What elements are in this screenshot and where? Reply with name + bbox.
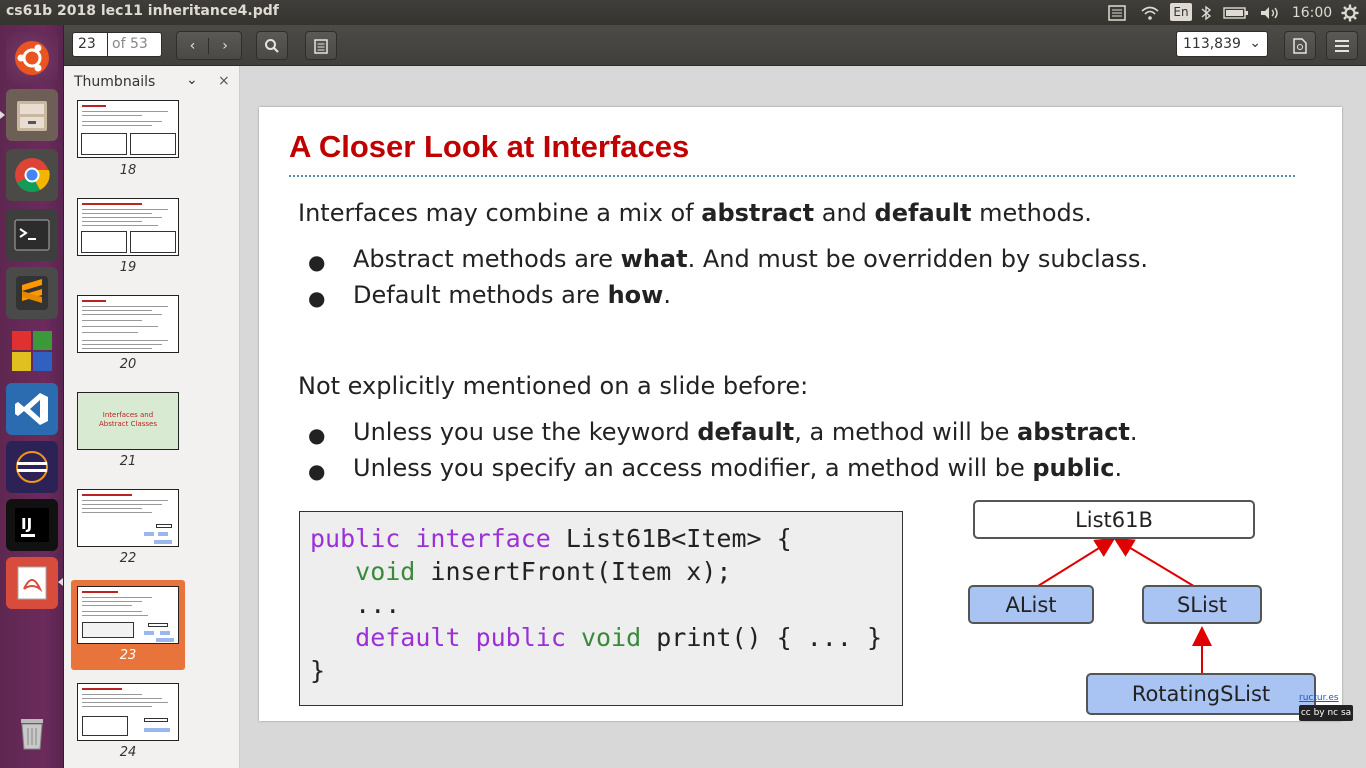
clock[interactable]: 16:00 bbox=[1290, 3, 1334, 22]
svg-text:IJ: IJ bbox=[21, 515, 32, 533]
sublime-text-icon[interactable] bbox=[6, 267, 58, 319]
thumbnail-label-22: 22 bbox=[119, 551, 137, 566]
sidebar-header: Thumbnails ⌄ × bbox=[64, 66, 239, 100]
software-center-icon[interactable] bbox=[6, 325, 58, 377]
thumbnail-label-19: 19 bbox=[119, 260, 137, 275]
close-sidebar-icon[interactable]: × bbox=[218, 73, 230, 89]
battery-icon[interactable] bbox=[1222, 3, 1250, 22]
thumbnail-21-title-line1: Interfaces and bbox=[102, 411, 154, 419]
thumbnail-page-23[interactable] bbox=[77, 586, 179, 644]
vscode-icon[interactable] bbox=[6, 383, 58, 435]
running-indicator bbox=[0, 111, 5, 119]
thumbnails-sidebar: Thumbnails ⌄ × 18 19 20 Interfaces and A… bbox=[64, 66, 240, 768]
annotation-icon bbox=[314, 38, 328, 54]
diagram-node-rotatingslist: RotatingSList bbox=[1086, 673, 1316, 715]
thumbnail-label-23: 23 bbox=[119, 648, 137, 663]
menu-list-icon[interactable] bbox=[1106, 3, 1128, 22]
document-view[interactable]: A Closer Look at Interfaces Interfaces m… bbox=[240, 66, 1366, 768]
intro-paragraph-2: Not explicitly mentioned on a slide befo… bbox=[298, 372, 809, 400]
bluetooth-icon[interactable] bbox=[1198, 3, 1214, 22]
trash-icon[interactable] bbox=[6, 707, 58, 759]
bullet-default-methods: Default methods are how. bbox=[353, 281, 671, 309]
bullet-abstract-methods: Abstract methods are what. And must be o… bbox=[353, 245, 1149, 273]
wifi-icon[interactable] bbox=[1138, 3, 1162, 22]
document-viewer-icon[interactable] bbox=[6, 557, 58, 609]
thumbnail-label-20: 20 bbox=[119, 357, 137, 372]
volume-icon[interactable] bbox=[1258, 3, 1282, 22]
terminal-icon[interactable] bbox=[6, 209, 58, 261]
document-icon bbox=[1293, 37, 1307, 54]
settings-gear-icon[interactable] bbox=[1338, 3, 1362, 22]
search-icon bbox=[265, 38, 279, 53]
creative-commons-badge: cc by nc sa bbox=[1299, 705, 1353, 721]
bullet-default-keyword: Unless you use the keyword default, a me… bbox=[353, 418, 1138, 446]
ubuntu-dash-icon[interactable] bbox=[6, 32, 58, 84]
bullet-access-modifier: Unless you specify an access modifier, a… bbox=[353, 454, 1123, 482]
thumbnail-page-20[interactable] bbox=[77, 295, 179, 353]
slide-title: A Closer Look at Interfaces bbox=[289, 129, 690, 164]
intro-paragraph: Interfaces may combine a mix of abstract… bbox=[298, 199, 1092, 227]
code-block: public interface List61B<Item> { void in… bbox=[299, 511, 903, 706]
hamburger-icon bbox=[1335, 39, 1349, 52]
sidebar-mode-dropdown-icon[interactable]: ⌄ bbox=[186, 72, 198, 88]
thumbnail-label-24: 24 bbox=[119, 745, 137, 760]
footer-link[interactable]: ructur.es bbox=[1299, 693, 1339, 703]
bullet-dot: ● bbox=[308, 459, 326, 483]
search-button[interactable] bbox=[256, 31, 288, 60]
diagram-node-slist: SList bbox=[1142, 585, 1262, 624]
chevron-down-icon: ⌄ bbox=[1249, 35, 1261, 51]
thumbnail-label-21: 21 bbox=[119, 454, 137, 469]
eclipse-icon[interactable] bbox=[6, 441, 58, 493]
thumbnail-21-title-line2: Abstract Classes bbox=[99, 420, 157, 428]
zoom-value: 113,839 bbox=[1183, 36, 1241, 52]
thumbnail-page-19[interactable] bbox=[77, 198, 179, 256]
keyboard-layout-indicator[interactable]: En bbox=[1170, 3, 1192, 21]
bullet-dot: ● bbox=[308, 423, 326, 447]
thumbnail-label-18: 18 bbox=[119, 163, 137, 178]
title-divider bbox=[289, 175, 1295, 177]
files-icon[interactable] bbox=[6, 89, 58, 141]
pdf-page: A Closer Look at Interfaces Interfaces m… bbox=[259, 107, 1353, 721]
document-properties-button[interactable] bbox=[1284, 31, 1316, 60]
annotations-button[interactable] bbox=[305, 31, 337, 60]
page-total-label: of 53 bbox=[108, 32, 162, 57]
next-page-icon[interactable]: › bbox=[209, 38, 241, 54]
bullet-dot: ● bbox=[308, 286, 326, 310]
page-nav-group: ‹ › bbox=[176, 31, 242, 60]
zoom-select[interactable]: 113,839 ⌄ bbox=[1176, 31, 1268, 57]
thumbnail-page-24[interactable] bbox=[77, 683, 179, 741]
launcher: IJ bbox=[0, 25, 64, 768]
thumbnail-page-18[interactable] bbox=[77, 100, 179, 158]
intellij-icon[interactable]: IJ bbox=[6, 499, 58, 551]
diagram-node-list61b: List61B bbox=[973, 500, 1255, 539]
active-indicator bbox=[58, 578, 63, 586]
diagram-node-alist: AList bbox=[968, 585, 1094, 624]
window-title: cs61b 2018 lec11 inheritance4.pdf bbox=[6, 3, 279, 19]
thumbnail-page-21[interactable]: Interfaces and Abstract Classes bbox=[77, 392, 179, 450]
chrome-icon[interactable] bbox=[6, 149, 58, 201]
top-panel: cs61b 2018 lec11 inheritance4.pdf En 16:… bbox=[0, 0, 1366, 25]
sidebar-mode-label[interactable]: Thumbnails bbox=[74, 74, 155, 90]
thumbnail-21-title: Interfaces and Abstract Classes bbox=[78, 411, 178, 429]
previous-page-icon[interactable]: ‹ bbox=[177, 37, 209, 54]
thumbnail-page-22[interactable] bbox=[77, 489, 179, 547]
bullet-dot: ● bbox=[308, 250, 326, 274]
page-number-input[interactable]: 23 bbox=[72, 32, 108, 57]
menu-button[interactable] bbox=[1326, 31, 1358, 60]
